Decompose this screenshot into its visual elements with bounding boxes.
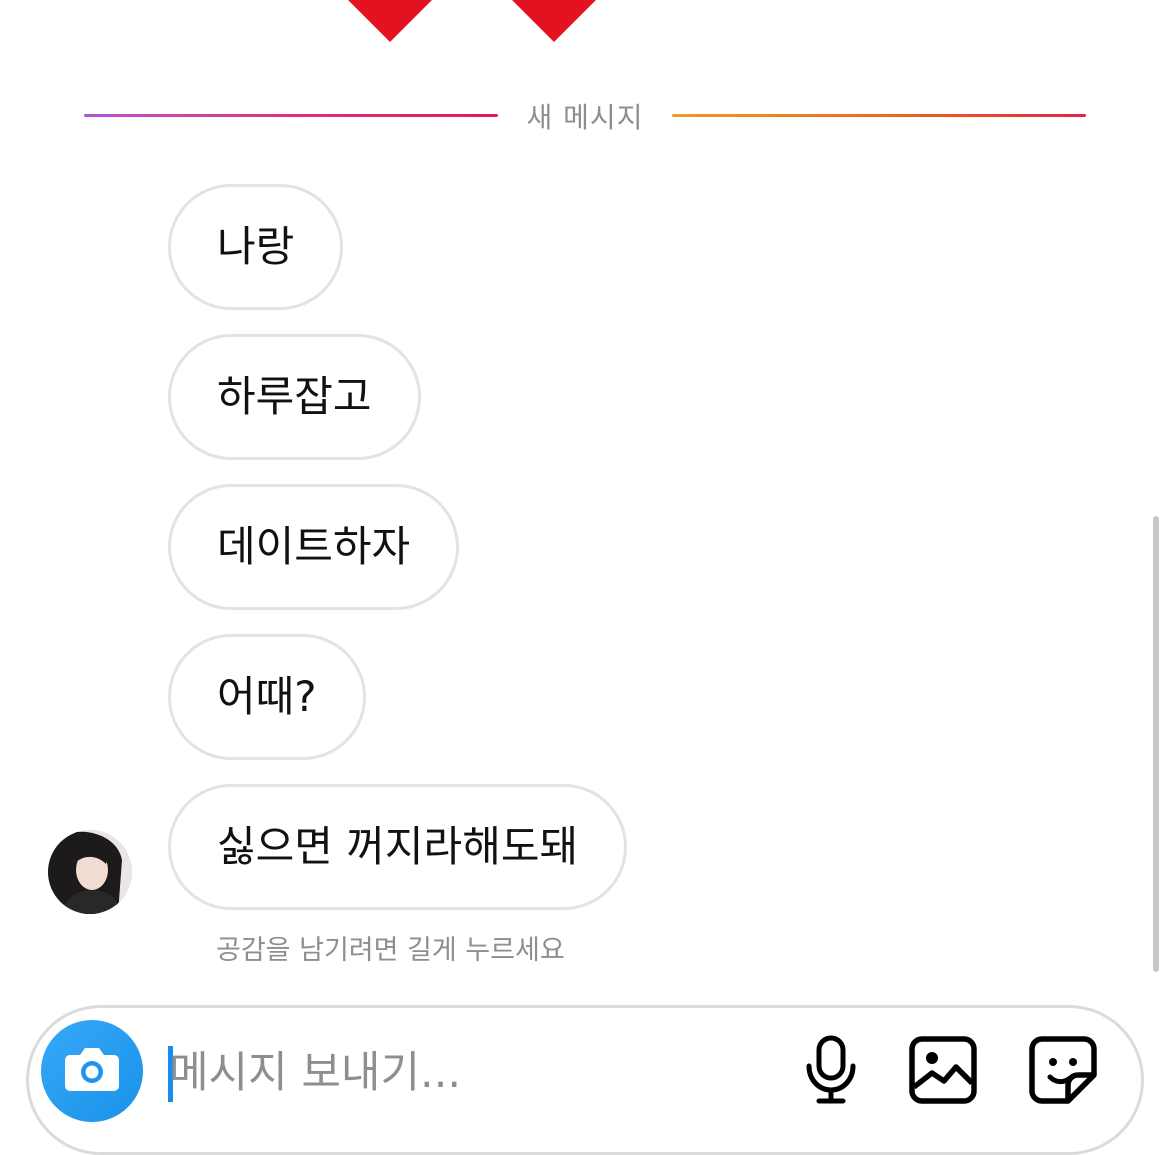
new-message-divider-right xyxy=(672,114,1086,117)
reaction-hint: 공감을 남기려면 길게 누르세요 xyxy=(216,935,565,966)
sticker-icon xyxy=(1028,1035,1098,1109)
message-bubble[interactable]: 나랑 xyxy=(168,184,344,310)
sticker-button[interactable] xyxy=(1023,1032,1103,1112)
message-composer xyxy=(26,1005,1144,1155)
heart-icon xyxy=(502,0,606,44)
scrollbar[interactable] xyxy=(1153,516,1159,972)
message-bubble[interactable]: 싫으면 꺼지라해도돼 xyxy=(168,784,628,910)
message-bubble[interactable]: 어때? xyxy=(168,634,366,760)
heart-icon xyxy=(338,0,442,44)
microphone-icon xyxy=(801,1034,861,1110)
gallery-icon xyxy=(908,1035,978,1109)
sender-avatar[interactable] xyxy=(48,830,132,914)
message-input[interactable] xyxy=(169,1038,689,1108)
message-bubble[interactable]: 하루잡고 xyxy=(168,334,421,460)
new-message-label: 새 메시지 xyxy=(526,101,644,134)
camera-icon xyxy=(64,1045,120,1097)
gallery-button[interactable] xyxy=(903,1032,983,1112)
heart-reactions xyxy=(0,0,1170,50)
voice-message-button[interactable] xyxy=(791,1032,871,1112)
camera-button[interactable] xyxy=(41,1020,143,1122)
message-bubble[interactable]: 데이트하자 xyxy=(168,484,460,610)
new-message-divider-left xyxy=(84,114,498,117)
